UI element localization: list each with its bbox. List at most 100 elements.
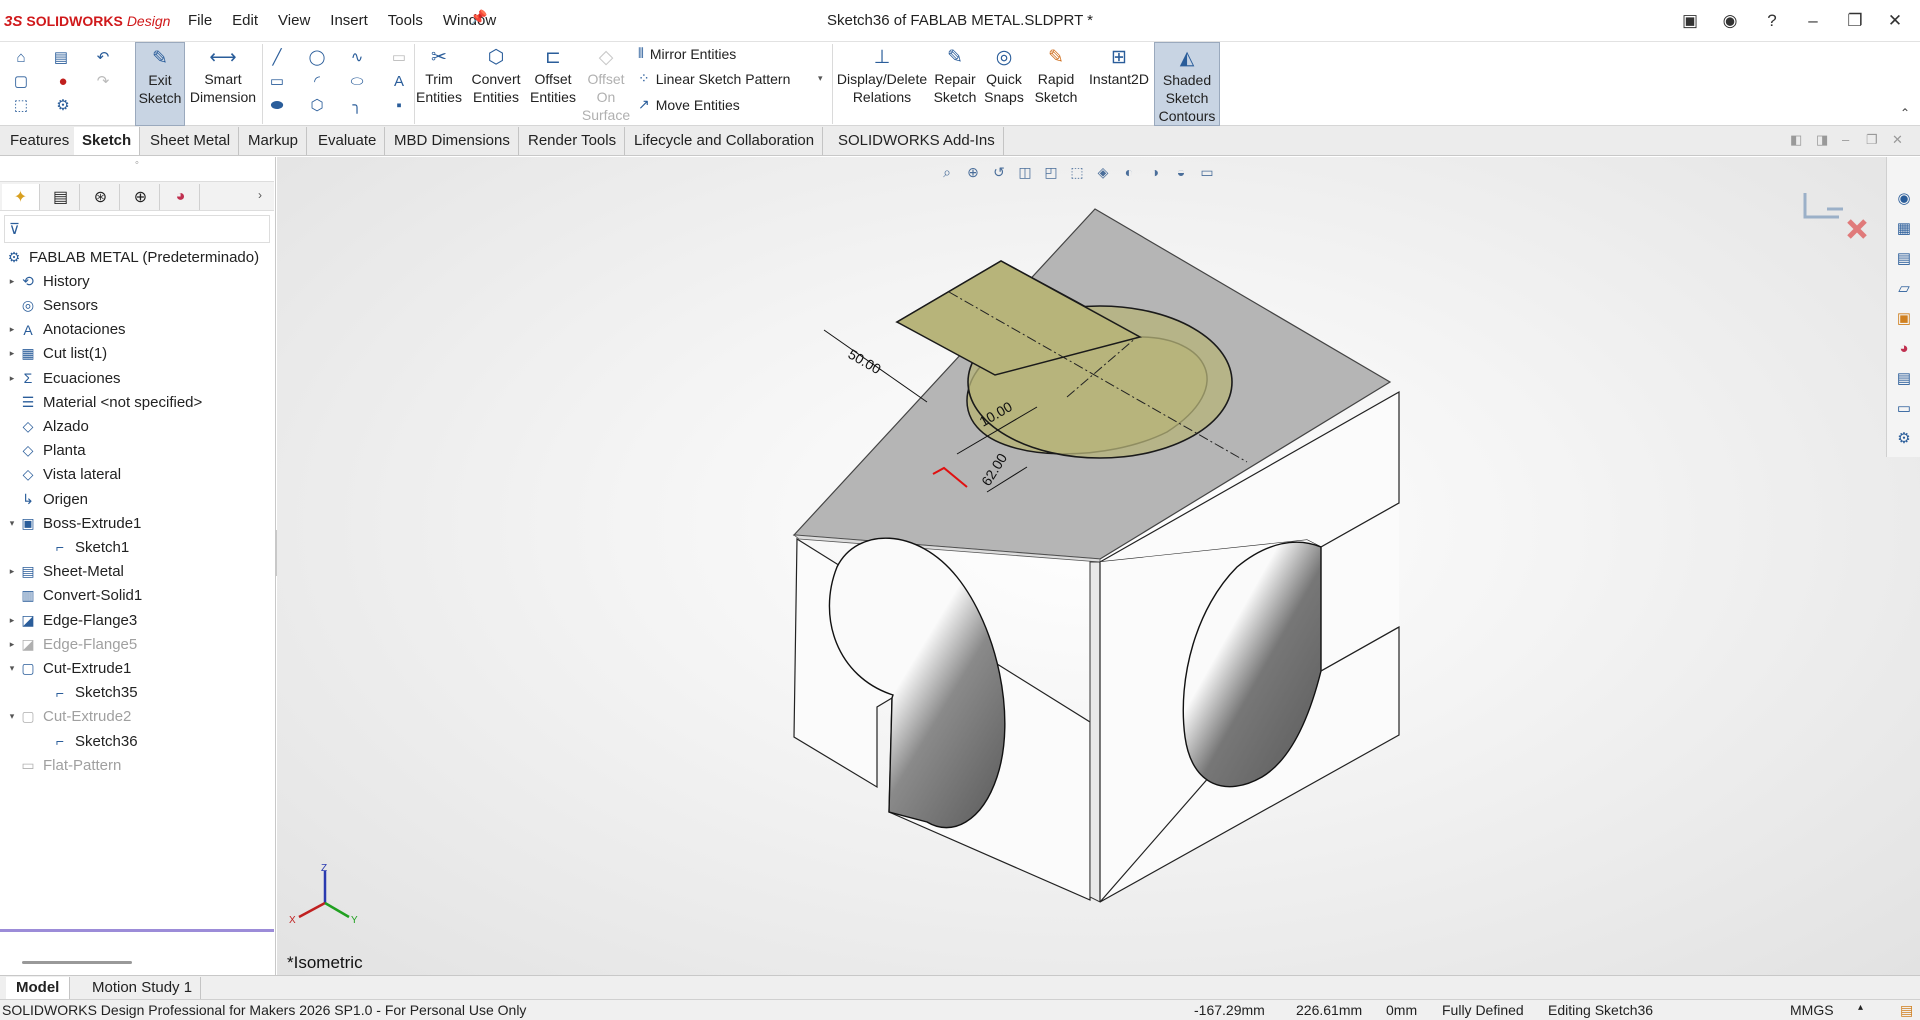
expand-arrow-icon[interactable]: ▸	[6, 615, 18, 626]
shaded-sketch-contours-button[interactable]: ◭ Shaded Sketch Contours	[1154, 42, 1220, 126]
tree-item[interactable]: ⚙ FABLAB METAL (Predeterminado)	[0, 245, 259, 269]
doc-restore-icon[interactable]: ❐	[1866, 132, 1878, 148]
tree-item[interactable]: ◇ Planta	[0, 439, 86, 463]
configuration-manager-tab-icon[interactable]: ⊛	[82, 184, 120, 210]
rebuild-icon[interactable]: ●	[52, 70, 74, 92]
display-delete-relations-button[interactable]: ⊥ Display/Delete Relations	[836, 42, 928, 126]
view-palette-icon[interactable]: ▣	[1893, 307, 1915, 329]
quick-snaps-button[interactable]: ◎ Quick Snaps	[982, 42, 1026, 126]
pattern-dropdown-icon[interactable]: ▾	[818, 73, 823, 84]
expand-arrow-icon[interactable]: ▸	[6, 348, 18, 359]
tab-sketch[interactable]: Sketch	[74, 127, 141, 155]
tree-item[interactable]: ▸ ◪ Edge-Flange5	[0, 632, 138, 656]
tree-item[interactable]: ◎ Sensors	[0, 293, 98, 317]
tile-right-icon[interactable]: ◨	[1816, 132, 1828, 148]
menu-file[interactable]: File	[178, 12, 222, 29]
property-manager-tab-icon[interactable]: ▤	[42, 184, 80, 210]
exit-sketch-button[interactable]: ✎ Exit Sketch	[135, 42, 185, 126]
convert-entities-button[interactable]: ⬡ Convert Entities	[466, 42, 526, 126]
doc-close-icon[interactable]: ✕	[1892, 132, 1903, 148]
home-icon[interactable]: ⌂	[10, 46, 32, 68]
tile-left-icon[interactable]: ◧	[1790, 132, 1802, 148]
move-entities-button[interactable]: ↗ Move Entities	[638, 96, 740, 113]
menu-insert[interactable]: Insert	[320, 12, 378, 29]
rapid-sketch-button[interactable]: ✎ Rapid Sketch	[1034, 42, 1078, 126]
cancel-sketch-icon[interactable]	[1847, 219, 1867, 239]
units-dropdown-icon[interactable]: ▴	[1858, 1002, 1863, 1013]
rectangle-icon[interactable]: ▭	[266, 70, 288, 92]
appearances-icon[interactable]: ◕	[1893, 337, 1915, 359]
expand-arrow-icon[interactable]: ▸	[6, 276, 18, 287]
command-search-icon[interactable]: ▣	[1677, 8, 1703, 34]
undo-icon[interactable]: ↶	[92, 46, 114, 68]
tree-item[interactable]: ↳ Origen	[0, 487, 88, 511]
tab-markup[interactable]: Markup	[240, 127, 308, 155]
tab-evaluate[interactable]: Evaluate	[310, 127, 386, 155]
help-icon[interactable]: ?	[1759, 8, 1785, 34]
ellipse-icon[interactable]: ⬭	[346, 70, 368, 92]
point-icon[interactable]: ▪	[388, 94, 410, 116]
close-icon[interactable]: ✕	[1882, 8, 1908, 34]
minimize-icon[interactable]: –	[1800, 8, 1826, 34]
file-explorer-icon[interactable]: ▤	[1893, 247, 1915, 269]
text-icon[interactable]: A	[388, 70, 410, 92]
tree-item[interactable]: ⌐ Sketch36	[0, 729, 138, 753]
tab-sheet-metal[interactable]: Sheet Metal	[142, 127, 240, 155]
tree-item[interactable]: ◇ Vista lateral	[0, 463, 122, 487]
dimxpert-tab-icon[interactable]: ⊕	[122, 184, 160, 210]
panel-scrollbar[interactable]	[22, 961, 132, 964]
tree-item[interactable]: ▾ ▣ Boss-Extrude1	[0, 511, 142, 535]
tab-render-tools[interactable]: Render Tools	[520, 127, 626, 155]
tree-item[interactable]: ▸ ◪ Edge-Flange3	[0, 608, 138, 632]
unit-system[interactable]: MMGS	[1790, 1002, 1834, 1018]
instant2d-button[interactable]: ⊞ Instant2D	[1084, 42, 1154, 126]
toolbox-icon[interactable]: ⚙	[1893, 427, 1915, 449]
expand-arrow-icon[interactable]: ▸	[6, 324, 18, 335]
trim-entities-button[interactable]: ✂ Trim Entities	[416, 42, 462, 126]
tree-item[interactable]: ▥ Convert-Solid1	[0, 584, 142, 608]
expand-arrow-icon[interactable]: ▾	[6, 663, 18, 674]
expand-arrow-icon[interactable]: ▸	[6, 373, 18, 384]
feature-manager-tab-icon[interactable]: ✦	[2, 184, 40, 210]
tab-features[interactable]: Features	[2, 127, 79, 155]
notifications-icon[interactable]: ▤	[1900, 1002, 1913, 1019]
restore-icon[interactable]: ❐	[1842, 8, 1868, 34]
confirmation-corner[interactable]	[1799, 187, 1869, 250]
sketch-chamfer-icon[interactable]: ▭	[388, 46, 410, 68]
expand-arrow-icon[interactable]: ▾	[6, 711, 18, 722]
tree-item[interactable]: ▸ Σ Ecuaciones	[0, 366, 121, 390]
offset-on-surface-button[interactable]: ◇ Offset On Surface	[582, 42, 630, 126]
polygon-icon[interactable]: ⬡	[306, 94, 328, 116]
tree-item[interactable]: ▸ ▦ Cut list(1)	[0, 342, 107, 366]
tree-item[interactable]: ▭ Flat-Pattern	[0, 753, 121, 777]
linear-sketch-pattern-button[interactable]: ⁘ Linear Sketch Pattern	[638, 70, 790, 87]
expand-arrow-icon[interactable]: ▸	[6, 639, 18, 650]
slot-icon[interactable]: ⬬	[266, 94, 288, 116]
rollback-bar[interactable]	[0, 929, 274, 932]
account-icon[interactable]: ◉	[1717, 8, 1743, 34]
tree-item[interactable]: ☰ Material <not specified>	[0, 390, 203, 414]
exit-sketch-corner-icon[interactable]	[1803, 193, 1839, 219]
tree-item[interactable]: ▸ A Anotaciones	[0, 318, 126, 342]
save-icon[interactable]: ▤	[50, 46, 72, 68]
tree-item[interactable]: ▾ ▢ Cut-Extrude1	[0, 656, 132, 680]
tree-item[interactable]: ◇ Alzado	[0, 414, 89, 438]
graphics-area[interactable]: ⌕ ⊕ ↺ ◫ ◰ ⬚ ◈ ◐ ◑ ◒ ▭ 50.00 10.00 62.00 …	[277, 157, 1920, 975]
offset-entities-button[interactable]: ⊏ Offset Entities	[528, 42, 578, 126]
tree-item[interactable]: ▾ ▢ Cut-Extrude2	[0, 705, 132, 729]
tab-solidworks-addins[interactable]: SOLIDWORKS Add-Ins	[830, 127, 1004, 155]
design-library-icon[interactable]: ▦	[1893, 217, 1915, 239]
spline-icon[interactable]: ∿	[346, 46, 368, 68]
tab-model[interactable]: Model	[6, 977, 71, 999]
tab-motion-study[interactable]: Motion Study 1	[84, 977, 202, 999]
mirror-entities-button[interactable]: ⫴ Mirror Entities	[638, 45, 736, 62]
custom-properties-icon[interactable]: ▤	[1893, 367, 1915, 389]
folder-icon[interactable]: ▱	[1893, 277, 1915, 299]
select-icon[interactable]: ⬚	[10, 94, 32, 116]
tree-item[interactable]: ▸ ▤ Sheet-Metal	[0, 560, 124, 584]
menu-view[interactable]: View	[268, 12, 320, 29]
line-icon[interactable]: ╱	[266, 46, 288, 68]
menu-tools[interactable]: Tools	[378, 12, 433, 29]
repair-sketch-button[interactable]: ✎ Repair Sketch	[932, 42, 978, 126]
forum-icon[interactable]: ▭	[1893, 397, 1915, 419]
